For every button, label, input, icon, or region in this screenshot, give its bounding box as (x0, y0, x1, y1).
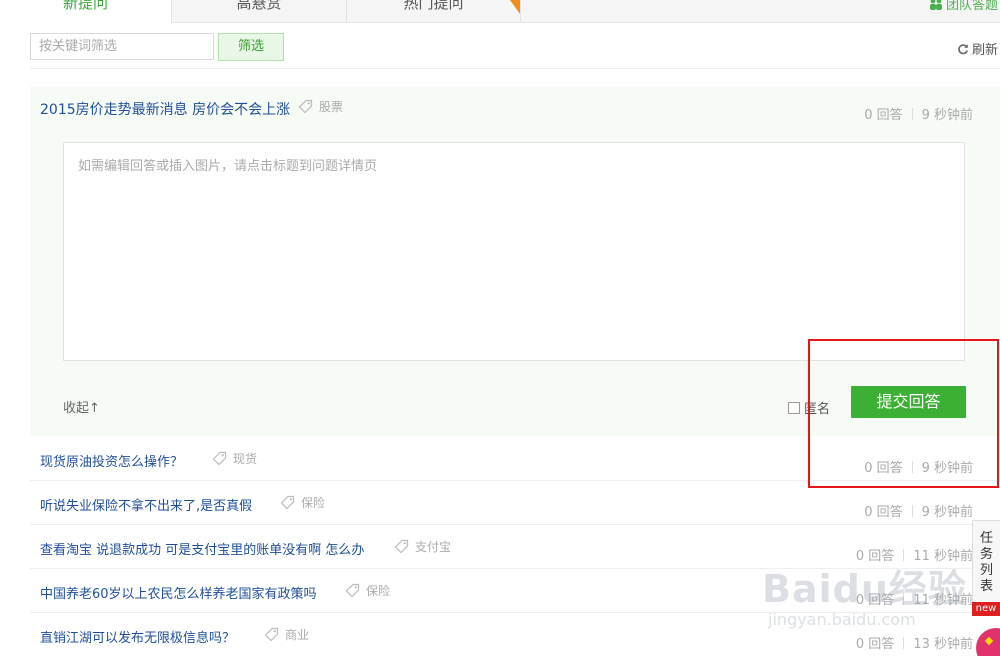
question-title-link[interactable]: 现货原油投资怎么操作？ (40, 451, 183, 470)
meta-separator (911, 460, 913, 473)
tag-icon (394, 539, 409, 554)
meta-separator (903, 636, 905, 649)
anonymous-option[interactable]: 匿名 (788, 398, 830, 417)
answer-textarea[interactable] (63, 142, 965, 361)
tag-icon (298, 99, 313, 114)
tag-label: 保险 (366, 584, 391, 598)
refresh-label: 刷新 (971, 43, 998, 58)
answer-count: 0 回答 (864, 108, 903, 123)
question-title-link[interactable]: 听说失业保险不拿不出来了,是否真假 (40, 495, 252, 514)
collapse-button[interactable]: 收起↑ (63, 397, 100, 416)
question-title-link[interactable]: 2015房价走势最新消息 房价会不会上涨 (40, 99, 290, 119)
refresh-icon (958, 43, 968, 54)
tab-new-questions[interactable]: 新提问 (0, 0, 172, 24)
team-icon (929, 0, 942, 10)
task-new-badge: new (972, 602, 1000, 616)
question-tag[interactable]: 保险 (280, 494, 325, 511)
tag-label: 商业 (285, 628, 310, 642)
anonymous-checkbox[interactable] (788, 401, 800, 414)
submit-answer-button[interactable]: 提交回答 (851, 386, 966, 418)
tag-label: 股票 (319, 100, 344, 114)
answer-count: 0 回答 (855, 549, 895, 564)
meta-separator (911, 504, 913, 517)
tag-icon (212, 451, 227, 466)
question-row: 查看淘宝 说退款成功 可是支付宝里的账单没有啊 怎么办 支付宝 0 回答 11 … (30, 525, 1000, 569)
question-tag[interactable]: 商业 (264, 626, 309, 643)
question-time: 9 秒钟前 (921, 461, 973, 476)
question-row: 现货原油投资怎么操作？ 现货 0 回答 9 秒钟前 (30, 437, 1000, 481)
tag-icon (280, 495, 295, 510)
question-tag[interactable]: 股票 (298, 98, 343, 115)
question-meta: 0 回答 13 秒钟前 (856, 633, 973, 652)
question-row: 直销江湖可以发布无限极信息吗？ 商业 0 回答 13 秒钟前 (30, 613, 1000, 656)
expanded-question-panel: 2015房价走势最新消息 房价会不会上涨 股票 0 回答 9 秒钟前 收起↑ 匿… (30, 86, 1000, 436)
question-row: 听说失业保险不拿不出来了,是否真假 保险 0 回答 9 秒钟前 (30, 481, 1000, 525)
question-time: 13 秒钟前 (913, 637, 973, 652)
tag-label: 保险 (301, 496, 326, 510)
task-list-label: 任务列表 (979, 531, 993, 594)
question-title-link[interactable]: 直销江湖可以发布无限极信息吗？ (40, 627, 235, 646)
team-answer-label: 团队答题 (945, 0, 998, 13)
answer-count: 0 回答 (864, 461, 903, 476)
question-meta: 0 回答 9 秒钟前 (864, 501, 973, 520)
question-time: 9 秒钟前 (921, 505, 973, 520)
refresh-button[interactable]: 刷新 (957, 39, 998, 58)
answer-count: 0 回答 (855, 593, 895, 608)
meta-separator (903, 548, 905, 561)
tab-bar: 新提问 高悬赏 热门提问 团队答题 (0, 0, 1000, 24)
question-time: 11 秒钟前 (913, 549, 973, 564)
question-time: 11 秒钟前 (913, 593, 973, 608)
page: 新提问 高悬赏 热门提问 团队答题 筛选 刷新 2015房价走势最新消息 房价会… (0, 0, 1000, 656)
question-row: 中国养老60岁以上农民怎么样养老国家有政策吗 保险 0 回答 11 秒钟前 (30, 569, 1000, 613)
tag-label: 现货 (233, 452, 258, 466)
question-title-link[interactable]: 查看淘宝 说退款成功 可是支付宝里的账单没有啊 怎么办 (40, 539, 364, 558)
anonymous-label: 匿名 (804, 402, 831, 417)
meta-separator (903, 592, 905, 605)
keyword-filter-input[interactable] (30, 33, 214, 60)
tag-icon (345, 583, 360, 598)
meta-separator (911, 107, 913, 120)
tag-icon (264, 627, 279, 642)
question-meta: 0 回答 11 秒钟前 (856, 589, 973, 608)
question-tag[interactable]: 保险 (345, 582, 390, 599)
hot-corner-icon (510, 0, 520, 14)
tag-label: 支付宝 (415, 540, 452, 554)
filter-button[interactable]: 筛选 (218, 33, 284, 61)
question-tag[interactable]: 支付宝 (394, 538, 451, 555)
question-title-link[interactable]: 中国养老60岁以上农民怎么样养老国家有政策吗 (40, 583, 317, 602)
answer-count: 0 回答 (864, 505, 903, 520)
tab-hot-questions-label: 热门提问 (403, 0, 464, 12)
question-tag[interactable]: 现货 (212, 450, 257, 467)
divider (30, 68, 1000, 69)
question-meta: 0 回答 9 秒钟前 (864, 457, 973, 476)
team-answer-link[interactable]: 团队答题 (929, 0, 998, 13)
question-time: 9 秒钟前 (921, 108, 973, 123)
question-meta: 0 回答 9 秒钟前 (864, 104, 973, 123)
question-meta: 0 回答 11 秒钟前 (856, 545, 973, 564)
tab-high-reward[interactable]: 高悬赏 (172, 0, 347, 23)
tab-hot-questions[interactable]: 热门提问 (347, 0, 521, 23)
answer-count: 0 回答 (855, 637, 895, 652)
